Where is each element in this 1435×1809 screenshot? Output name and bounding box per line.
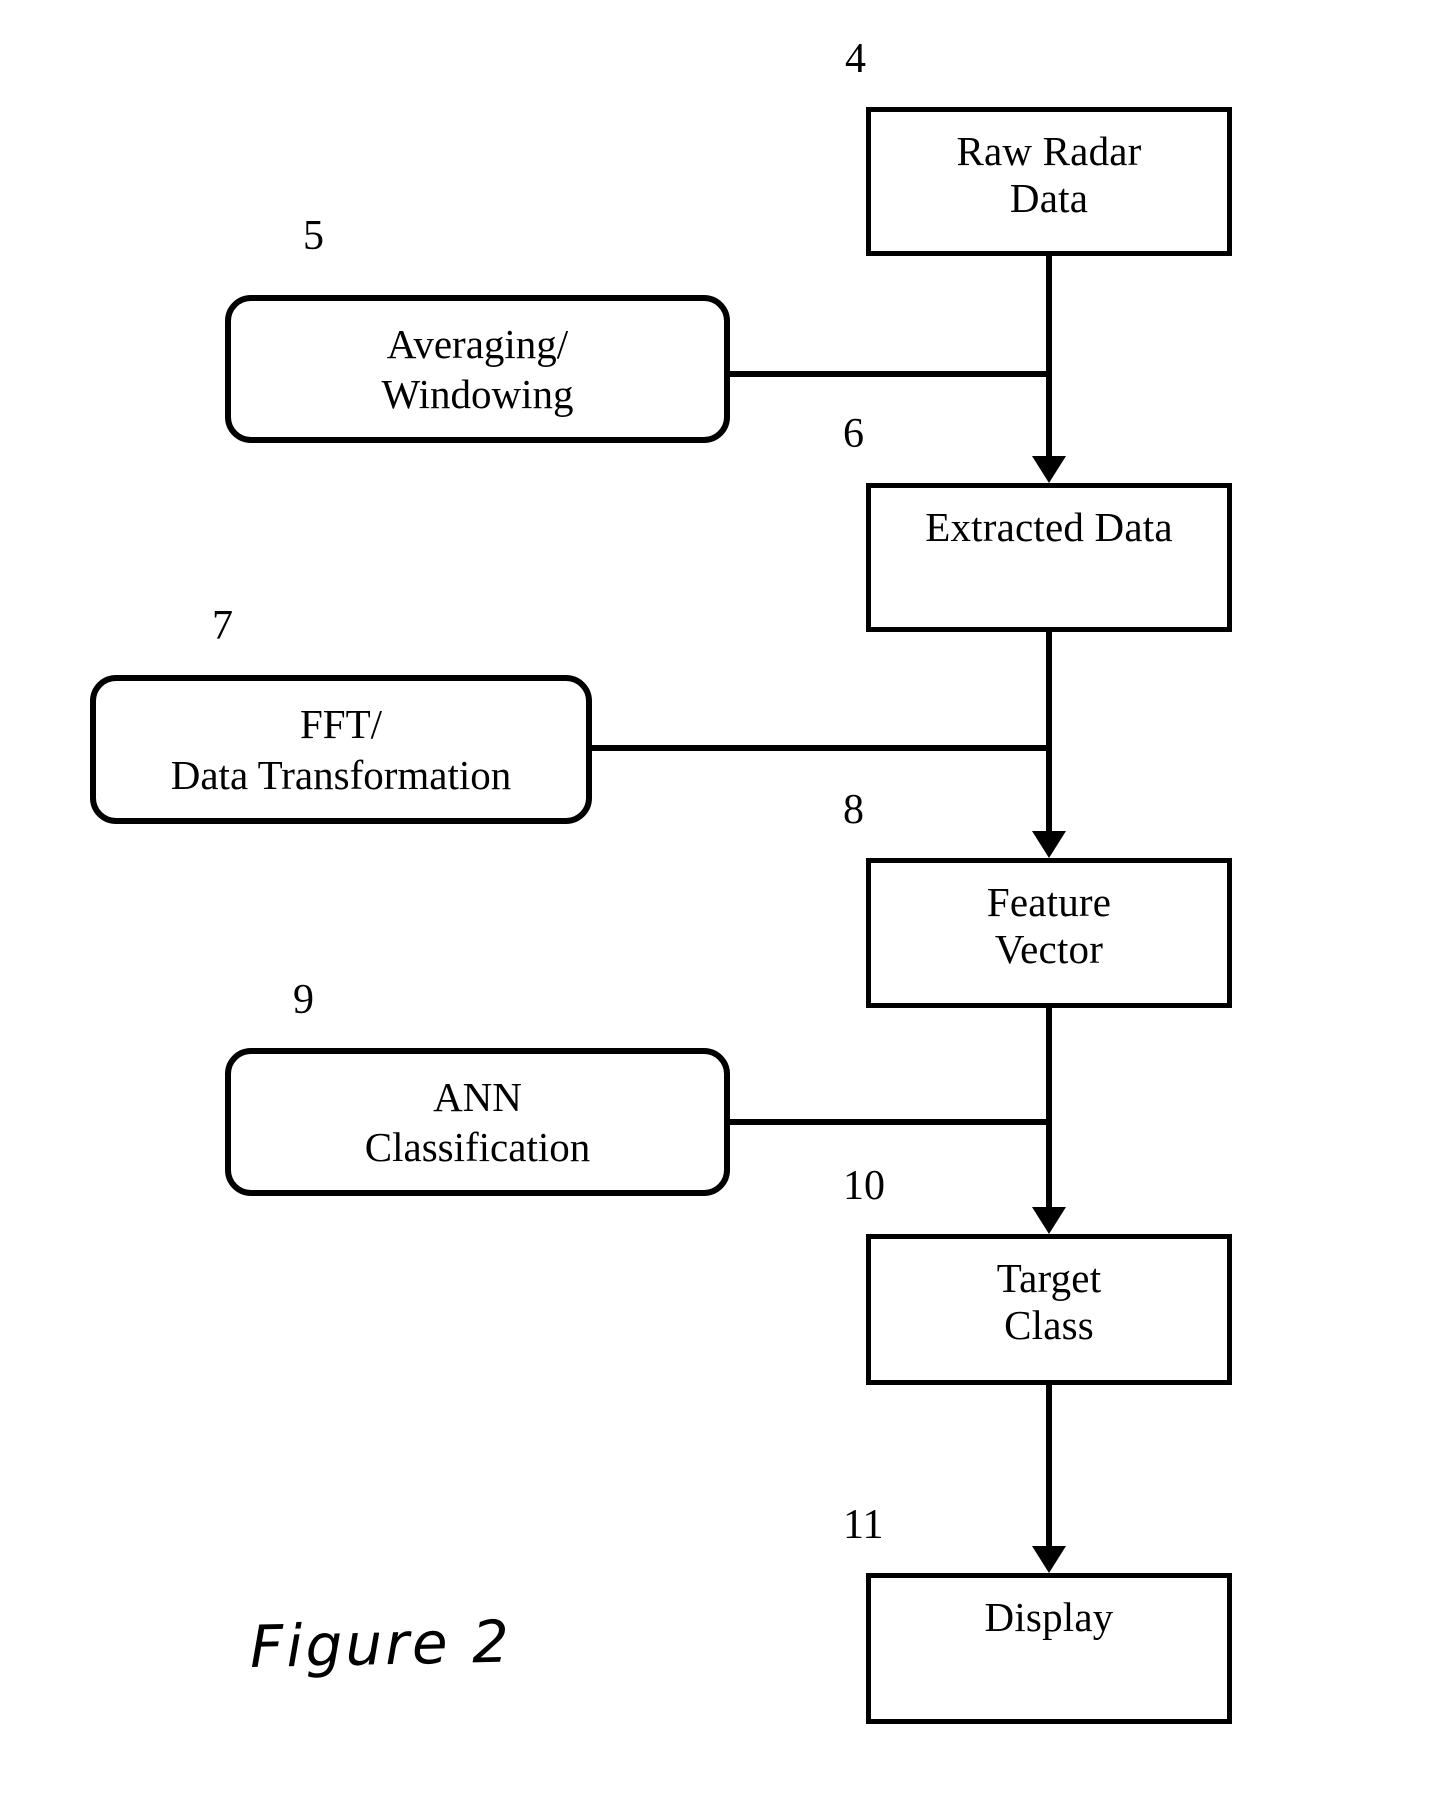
raw-radar-data-label-line-1: Raw Radar — [956, 128, 1142, 174]
raw-radar-data-label-line-2: Data — [1009, 174, 1089, 221]
feature-vector-label-line-1: Feature — [986, 879, 1112, 925]
operation-box-averaging-windowing: Averaging/ Windowing — [225, 295, 730, 443]
connector-fft-to-flow — [586, 745, 1052, 751]
connector-ann-to-flow — [724, 1119, 1052, 1125]
ref-numeral-4: 4 — [845, 36, 866, 82]
figure-caption: Figure 2 — [249, 1607, 513, 1681]
ann-classification-label-line-2: Classification — [364, 1124, 591, 1170]
process-box-display: Display — [866, 1573, 1232, 1724]
arrowhead-to-display — [1032, 1546, 1066, 1573]
operation-box-ann-classification: ANN Classification — [225, 1048, 730, 1196]
ref-numeral-10: 10 — [843, 1163, 885, 1209]
ref-numeral-9: 9 — [293, 977, 314, 1023]
connector-feature-to-target — [1046, 1008, 1052, 1215]
connector-target-to-display — [1046, 1385, 1052, 1554]
connector-extracted-to-feature — [1046, 632, 1052, 839]
display-label: Display — [984, 1594, 1114, 1640]
ref-numeral-11: 11 — [843, 1502, 884, 1548]
process-box-target-class: Target Class — [866, 1234, 1232, 1385]
connector-raw-to-extracted — [1046, 256, 1052, 464]
extracted-data-label: Extracted Data — [925, 504, 1173, 550]
operation-box-fft-data-transformation: FFT/ Data Transformation — [90, 675, 592, 824]
ann-classification-label-line-1: ANN — [433, 1073, 522, 1120]
arrowhead-to-extracted-data — [1032, 456, 1066, 483]
ref-numeral-8: 8 — [843, 787, 864, 833]
target-class-label-line-1: Target — [996, 1255, 1102, 1301]
ref-numeral-5: 5 — [303, 213, 324, 259]
ref-numeral-7: 7 — [212, 603, 233, 649]
averaging-windowing-label-line-1: Averaging/ — [386, 320, 569, 367]
arrowhead-to-target-class — [1032, 1207, 1066, 1234]
feature-vector-label-line-2: Vector — [994, 925, 1104, 972]
process-box-feature-vector: Feature Vector — [866, 858, 1232, 1008]
ref-numeral-6: 6 — [843, 411, 864, 457]
fft-data-transformation-label-line-2: Data Transformation — [170, 751, 512, 798]
fft-data-transformation-label-line-1: FFT/ — [299, 701, 383, 748]
figure-canvas: 4 5 6 7 8 9 10 11 Raw Radar Data Extract… — [0, 0, 1435, 1809]
process-box-extracted-data: Extracted Data — [866, 483, 1232, 632]
target-class-label-line-2: Class — [1004, 1301, 1094, 1348]
process-box-raw-radar-data: Raw Radar Data — [866, 107, 1232, 256]
averaging-windowing-label-line-2: Windowing — [381, 371, 574, 417]
connector-averaging-to-flow — [724, 371, 1052, 377]
arrowhead-to-feature-vector — [1032, 831, 1066, 858]
